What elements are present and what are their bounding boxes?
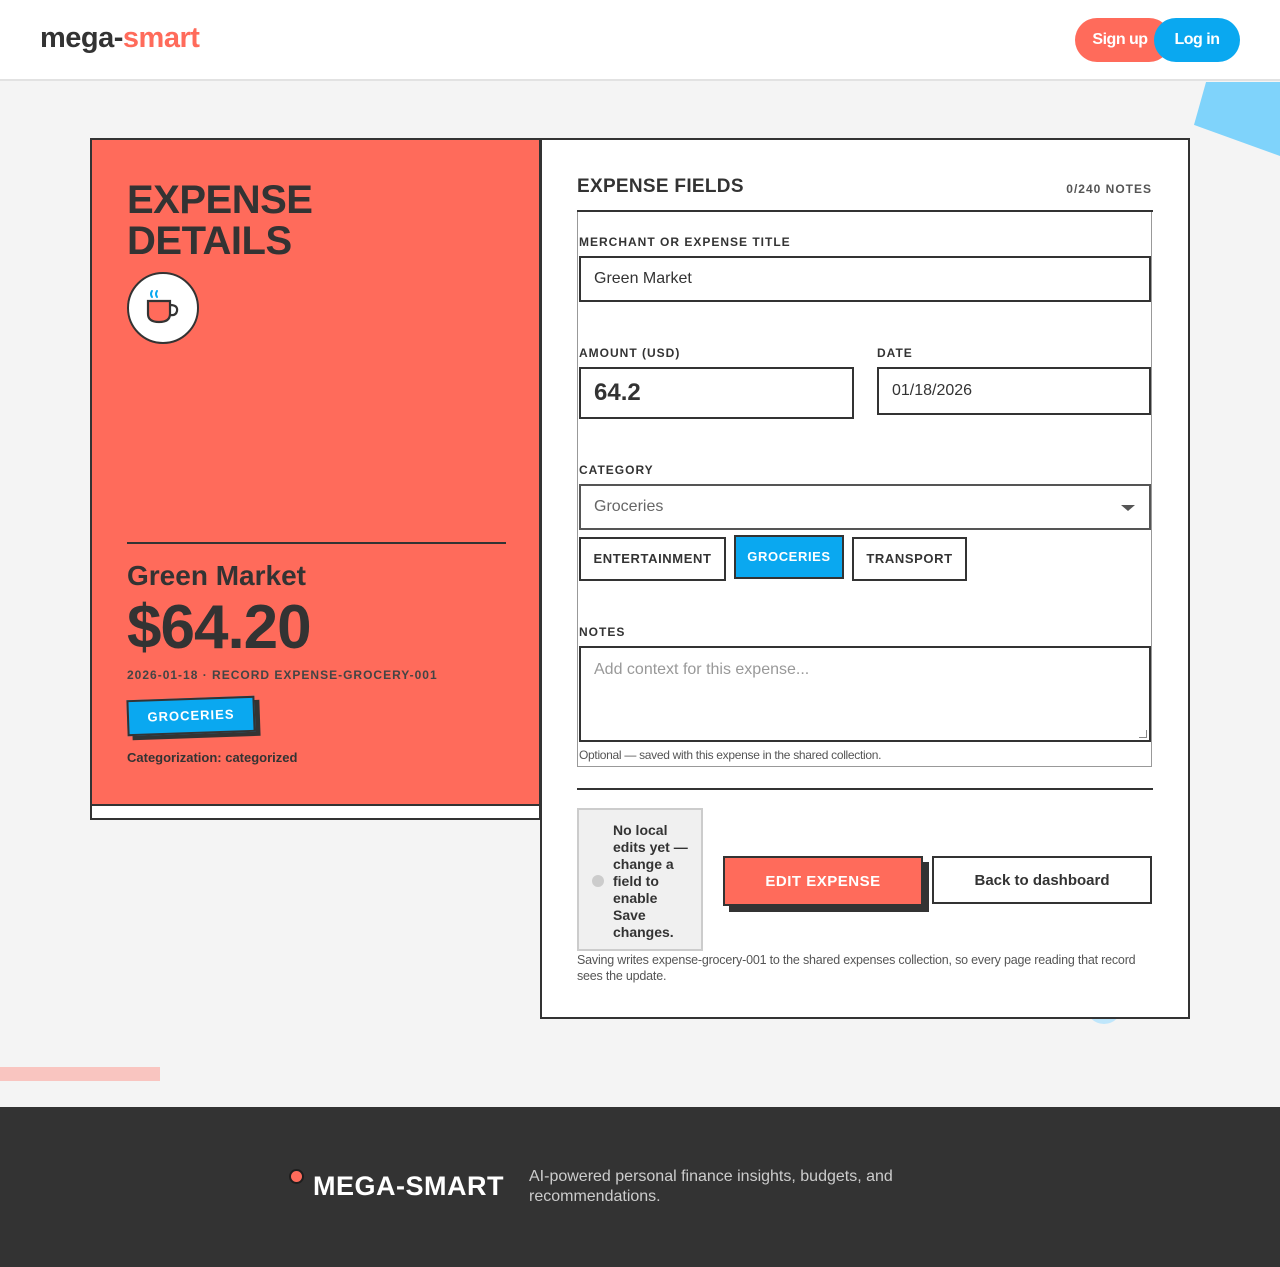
notes-placeholder: Add context for this expense... (594, 661, 810, 678)
footer-tagline: AI-powered personal finance insights, bu… (529, 1168, 893, 1205)
decorative-blue-shape (1194, 82, 1280, 156)
edit-status-text: No local edits yet — change a field to e… (613, 822, 688, 940)
brand-logo[interactable]: mega-smart (40, 22, 200, 55)
summary-amount: $64.20 (127, 593, 312, 662)
merchant-label: MERCHANT OR EXPENSE TITLE (579, 235, 791, 249)
notes-textarea[interactable]: Add context for this expense... (579, 646, 1151, 742)
decorative-pink-bar (0, 1067, 160, 1081)
form-title: EXPENSE FIELDS (577, 176, 744, 197)
footer-dot-icon (289, 1169, 304, 1184)
expense-summary-card: EXPENSE DETAILS Green Market $64.20 2026… (90, 138, 541, 806)
date-input[interactable]: 01/18/2026 (877, 367, 1151, 415)
category-badge-wrapper: GROCERIES (126, 695, 261, 741)
amount-input[interactable]: 64.2 (579, 367, 854, 419)
expense-form-card: EXPENSE FIELDS 0/240 NOTES MERCHANT OR E… (540, 138, 1190, 1019)
summary-merchant: Green Market (127, 560, 306, 591)
category-select[interactable]: Groceries (579, 484, 1151, 530)
category-label: CATEGORY (579, 463, 654, 477)
chip-transport[interactable]: TRANSPORT (852, 537, 967, 581)
summary-divider (127, 542, 506, 544)
date-label: DATE (877, 346, 913, 360)
notes-counter: 0/240 NOTES (1066, 182, 1152, 196)
category-avatar (127, 272, 199, 344)
actions-divider (577, 788, 1153, 790)
chip-groceries[interactable]: GROCERIES (734, 535, 844, 579)
categorization-status: Categorization: categorized (127, 750, 298, 765)
status-indicator-icon (592, 875, 604, 887)
logo-text-primary: mega- (40, 22, 123, 54)
save-explanation-text: Saving writes expense-grocery-001 to the… (577, 953, 1136, 983)
expense-fieldset: MERCHANT OR EXPENSE TITLE Green Market A… (577, 212, 1152, 767)
summary-title: EXPENSE DETAILS (127, 178, 313, 263)
summary-title-line2: DETAILS (127, 219, 292, 263)
top-navbar: mega-smart Sign up Log in (0, 0, 1280, 81)
edit-expense-button[interactable]: EDIT EXPENSE (723, 856, 923, 906)
logo-text-accent: smart (122, 22, 200, 54)
resize-handle-icon[interactable] (1139, 730, 1147, 738)
footer-brand: MEGA-SMART (313, 1171, 504, 1201)
site-footer: MEGA-SMART AI-powered personal finance i… (0, 1107, 1280, 1267)
amount-label: AMOUNT (USD) (579, 346, 681, 360)
back-to-dashboard-button[interactable]: Back to dashboard (932, 856, 1152, 904)
summary-title-line1: EXPENSE (127, 178, 313, 222)
log-in-button[interactable]: Log in (1154, 18, 1240, 62)
coffee-cup-icon (146, 290, 179, 324)
category-select-value: Groceries (594, 498, 664, 515)
chip-entertainment[interactable]: ENTERTAINMENT (579, 537, 726, 581)
category-badge: GROCERIES (126, 695, 256, 737)
notes-label: NOTES (579, 625, 626, 639)
notes-helper-text: Optional — saved with this expense in th… (579, 748, 882, 762)
summary-meta: 2026-01-18 · RECORD EXPENSE-GROCERY-001 (127, 668, 438, 682)
merchant-input[interactable]: Green Market (579, 256, 1151, 302)
chevron-down-icon (1121, 505, 1135, 511)
edit-status-panel: No local edits yet — change a field to e… (577, 808, 703, 951)
